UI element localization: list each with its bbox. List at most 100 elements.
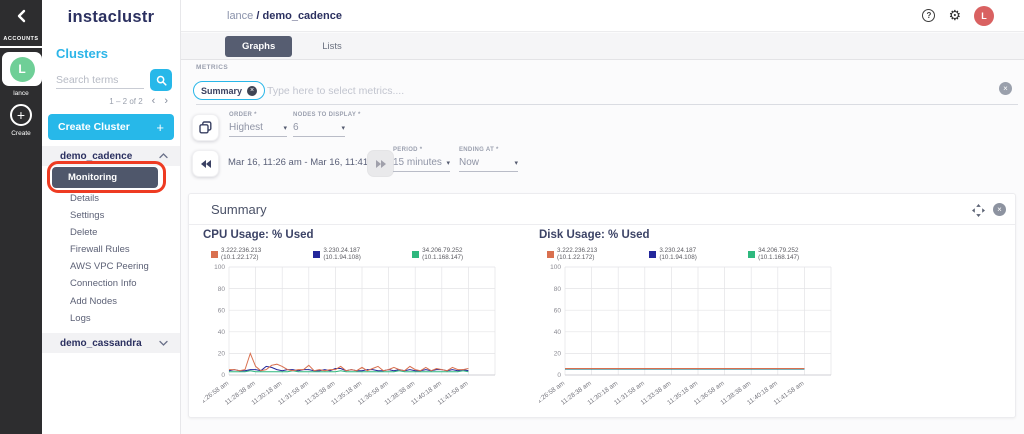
ending-at-select[interactable]: Now ▾ (459, 157, 518, 172)
pagination: 1 – 2 of 2 ‹ › (42, 96, 168, 107)
sidebar-item-monitoring[interactable]: Monitoring (52, 167, 158, 188)
chip-remove-icon[interactable]: × (247, 86, 257, 96)
metrics-clear-icon[interactable]: × (999, 82, 1012, 95)
nodes-select[interactable]: 6 ▾ (293, 122, 345, 137)
order-label: ORDER * (229, 112, 287, 118)
period-value: 15 minutes (393, 157, 442, 168)
fast-forward-button-disabled[interactable] (367, 150, 394, 177)
sidebar-item-logs[interactable]: Logs (42, 310, 181, 327)
pagination-prev-icon[interactable]: ‹ (152, 96, 156, 107)
nodes-value: 6 (293, 122, 299, 133)
svg-text:100: 100 (214, 264, 225, 271)
account-name: lance (0, 90, 42, 97)
ending-at-label: ENDING AT * (459, 147, 518, 153)
svg-text:0: 0 (221, 372, 225, 379)
account-rail: ACCOUNTS L lance + Create (0, 0, 42, 434)
create-account-label: Create (0, 130, 42, 137)
cluster-name: demo_cadence (60, 151, 132, 162)
search-icon (156, 75, 167, 86)
ending-at-value: Now (459, 157, 479, 168)
chart-title: Disk Usage: % Used (539, 229, 841, 241)
svg-text:40: 40 (554, 329, 562, 336)
search-button[interactable] (150, 69, 172, 91)
sidebar-item-delete[interactable]: Delete (42, 224, 181, 241)
summary-panel: Summary × CPU Usage: % Used 3.222.236.21… (188, 193, 1016, 418)
tab-bar: Graphs Lists (181, 33, 1024, 60)
caret-down-icon: ▾ (341, 124, 345, 132)
chevron-up-icon (159, 153, 168, 159)
avatar: L (10, 57, 35, 82)
svg-text:80: 80 (554, 286, 562, 293)
svg-text:60: 60 (218, 307, 226, 314)
breadcrumb: lance / demo_cadence (227, 10, 342, 22)
main-area: lance / demo_cadence ? ⚙ L Graphs Lists … (181, 0, 1024, 434)
sidebar-item-firewall-rules[interactable]: Firewall Rules (42, 241, 181, 258)
breadcrumb-account[interactable]: lance (227, 10, 253, 22)
nodes-select-group: NODES TO DISPLAY * 6 ▾ (293, 112, 345, 137)
metrics-label: METRICS (196, 64, 228, 71)
svg-text:100: 100 (550, 264, 561, 271)
chevron-down-icon (159, 340, 168, 346)
metrics-underline (196, 104, 1018, 105)
accounts-label: ACCOUNTS (0, 36, 42, 48)
panel-close-icon[interactable]: × (993, 203, 1006, 216)
chart-plot: 02040608010011:26:58 am11:28:38 am11:30:… (539, 263, 841, 415)
cluster-group-demo-cassandra[interactable]: demo_cassandra (42, 333, 180, 353)
create-account-button[interactable]: + (10, 104, 32, 126)
chevron-left-icon (16, 9, 27, 23)
clusters-sidebar: instaclustr Clusters 1 – 2 of 2 ‹ › Crea… (42, 0, 181, 434)
cluster-group-demo-cadence[interactable]: demo_cadence (42, 146, 180, 166)
search-input[interactable] (56, 72, 144, 89)
order-value: Highest (229, 122, 263, 133)
help-icon[interactable]: ? (922, 9, 935, 22)
sidebar-item-settings[interactable]: Settings (42, 207, 181, 224)
order-select[interactable]: Highest ▾ (229, 122, 287, 137)
tab-lists[interactable]: Lists (322, 41, 342, 52)
gear-icon[interactable]: ⚙ (948, 9, 961, 23)
create-cluster-button[interactable]: Create Cluster + (48, 114, 174, 140)
create-cluster-label: Create Cluster (58, 121, 130, 133)
chart-legend: 3.222.236.213 (10.1.22.172)3.230.24.187 … (547, 247, 841, 261)
period-select[interactable]: 15 minutes ▾ (393, 157, 450, 172)
period-label: PERIOD * (393, 147, 450, 153)
tab-graphs[interactable]: Graphs (225, 36, 292, 57)
chart-plot: 02040608010011:26:58 am11:28:38 am11:30:… (203, 263, 505, 415)
caret-down-icon: ▾ (514, 159, 518, 167)
order-select-group: ORDER * Highest ▾ (229, 112, 287, 137)
pagination-next-icon[interactable]: › (164, 96, 168, 107)
sidebar-item-aws-vpc-peering[interactable]: AWS VPC Peering (42, 258, 181, 275)
user-avatar[interactable]: L (974, 6, 994, 26)
pagination-text: 1 – 2 of 2 (109, 97, 142, 106)
app-root: ACCOUNTS L lance + Create instaclustr Cl… (0, 0, 1024, 434)
nodes-label: NODES TO DISPLAY * (293, 112, 345, 118)
chart-title: CPU Usage: % Used (203, 229, 505, 241)
cpu-usage-chart: CPU Usage: % Used 3.222.236.213 (10.1.22… (203, 227, 505, 415)
account-tab-lance[interactable]: L (2, 52, 42, 86)
rewind-button[interactable] (192, 150, 219, 177)
ending-at-select-group: ENDING AT * Now ▾ (459, 147, 518, 172)
chart-legend: 3.222.236.213 (10.1.22.172)3.230.24.187 … (211, 247, 505, 261)
cluster-search (56, 68, 172, 92)
caret-down-icon: ▾ (446, 159, 450, 167)
sidebar-item-connection-info[interactable]: Connection Info (42, 275, 181, 292)
collapse-rail-button[interactable] (0, 6, 42, 26)
sidebar-item-add-nodes[interactable]: Add Nodes (42, 293, 181, 310)
copy-button[interactable] (192, 114, 219, 141)
move-icon[interactable] (972, 204, 985, 222)
plus-icon: + (156, 120, 164, 135)
rewind-icon (206, 160, 211, 168)
breadcrumb-separator: / (256, 10, 259, 22)
metrics-input-placeholder[interactable]: Type here to select metrics.... (267, 85, 404, 97)
top-header: lance / demo_cadence ? ⚙ L (181, 0, 1024, 32)
chip-label: Summary (201, 86, 242, 96)
period-select-group: PERIOD * 15 minutes ▾ (393, 147, 450, 172)
copy-icon (199, 121, 212, 134)
instaclustr-logo: instaclustr (42, 8, 180, 27)
breadcrumb-cluster: demo_cadence (262, 10, 341, 22)
header-icons: ? ⚙ L (922, 6, 994, 26)
sidebar-item-details[interactable]: Details (42, 190, 181, 207)
caret-down-icon: ▾ (283, 124, 287, 132)
date-range-text[interactable]: Mar 16, 11:26 am - Mar 16, 11:41 am (228, 157, 384, 168)
metric-chip-summary[interactable]: Summary × (193, 81, 265, 100)
svg-text:60: 60 (554, 307, 562, 314)
